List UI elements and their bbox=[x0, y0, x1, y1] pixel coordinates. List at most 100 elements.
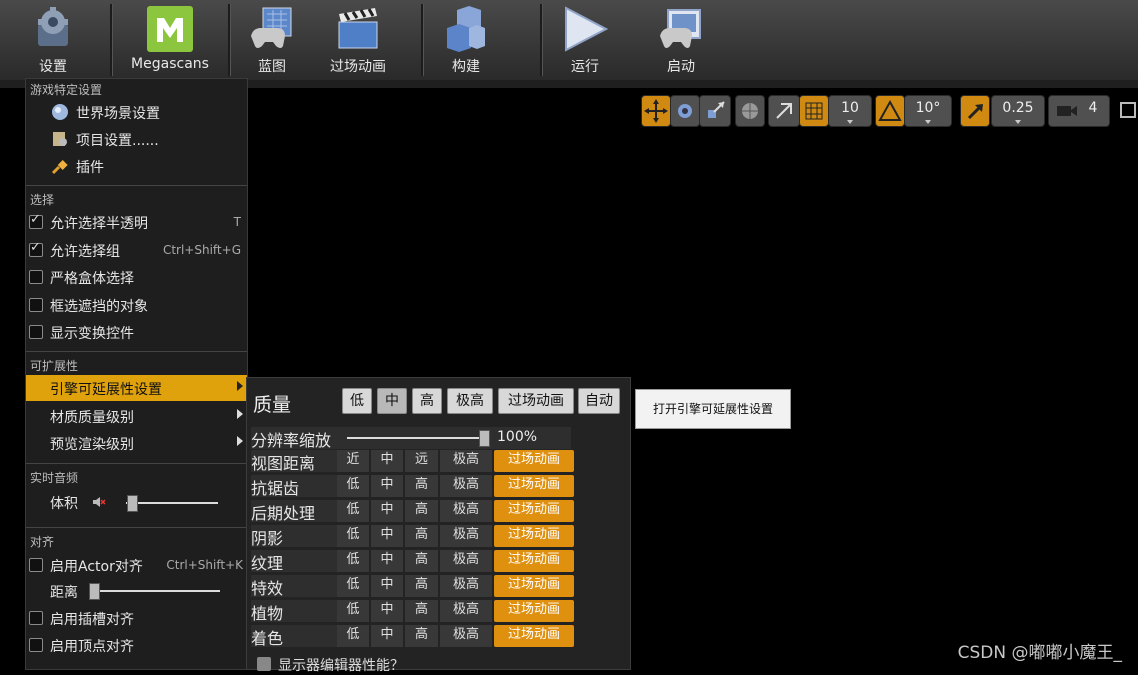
quality-option-button[interactable]: 极高 bbox=[440, 575, 492, 597]
quality-option-button[interactable]: 高 bbox=[405, 600, 438, 622]
distance-slider-handle[interactable] bbox=[89, 583, 100, 600]
quality-option-button[interactable]: 极高 bbox=[440, 500, 492, 522]
cinematics-button[interactable]: 过场动画 bbox=[322, 0, 394, 78]
quality-option-button[interactable]: 中 bbox=[371, 475, 403, 497]
quality-option-button[interactable]: 高 bbox=[405, 475, 438, 497]
play-button[interactable]: 运行 bbox=[556, 0, 614, 78]
monitor-perf-checkbox[interactable] bbox=[257, 657, 271, 671]
quality-option-button[interactable]: 中 bbox=[371, 575, 403, 597]
world-local-toggle[interactable] bbox=[735, 95, 765, 127]
menu-item-world-settings[interactable]: 世界场景设置 bbox=[26, 99, 247, 125]
volume-slider-handle[interactable] bbox=[127, 495, 138, 512]
menu-item-engine-scalability[interactable]: 引擎可延展性设置 bbox=[26, 375, 247, 401]
menu-item-plugins[interactable]: 插件 bbox=[26, 153, 247, 179]
surface-snap-button[interactable] bbox=[768, 95, 800, 127]
blueprints-button[interactable]: 蓝图 bbox=[244, 0, 300, 78]
quality-option-button[interactable]: 低 bbox=[337, 475, 369, 497]
menu-item-material-quality[interactable]: 材质质量级别 bbox=[26, 403, 247, 429]
grid-snap-value[interactable]: 10 bbox=[828, 95, 872, 127]
quality-option-button[interactable]: 高 bbox=[405, 550, 438, 572]
menu-item-enable-vertex-snap[interactable]: 启用顶点对齐 bbox=[26, 632, 247, 658]
quality-option-button[interactable]: 低 bbox=[337, 625, 369, 647]
grid-snap-toggle[interactable] bbox=[799, 95, 829, 127]
megascans-button[interactable]: Megascans bbox=[124, 0, 216, 78]
quality-option-button[interactable]: 极高 bbox=[440, 475, 492, 497]
quality-option-button[interactable]: 中 bbox=[371, 625, 403, 647]
quality-option-button[interactable]: 过场动画 bbox=[494, 475, 574, 497]
translate-mode-button[interactable] bbox=[641, 95, 671, 127]
menu-item-strict-box-selection[interactable]: 严格盒体选择 bbox=[26, 264, 247, 290]
preset-auto-button[interactable]: 自动 bbox=[578, 388, 620, 414]
rotate-mode-button[interactable] bbox=[670, 95, 700, 127]
quality-option-button[interactable]: 低 bbox=[337, 575, 369, 597]
quality-option-button[interactable]: 中 bbox=[371, 450, 403, 472]
angle-icon bbox=[878, 99, 902, 121]
menu-item-box-select-occluded[interactable]: 框选遮挡的对象 bbox=[26, 292, 247, 318]
quality-option-button[interactable]: 中 bbox=[371, 550, 403, 572]
quality-option-button[interactable]: 中 bbox=[371, 600, 403, 622]
quality-option-button[interactable]: 极高 bbox=[440, 550, 492, 572]
menu-item-allow-group-selection[interactable]: 允许选择组 Ctrl+Shift+G bbox=[26, 237, 247, 263]
scale-mode-button[interactable] bbox=[699, 95, 731, 127]
preset-medium-button[interactable]: 中 bbox=[377, 388, 407, 414]
quality-option-button[interactable]: 极高 bbox=[440, 625, 492, 647]
quality-option-button[interactable]: 过场动画 bbox=[494, 575, 574, 597]
quality-option-button[interactable]: 过场动画 bbox=[494, 450, 574, 472]
quality-option-button[interactable]: 低 bbox=[337, 550, 369, 572]
camera-speed-button[interactable]: 4 bbox=[1048, 95, 1110, 127]
rotation-snap-value[interactable]: 10° bbox=[904, 95, 952, 127]
rotation-snap-toggle[interactable] bbox=[875, 95, 905, 127]
checkbox-checked[interactable] bbox=[29, 212, 43, 229]
quality-option-button[interactable]: 极高 bbox=[440, 600, 492, 622]
menu-item-enable-socket-snap[interactable]: 启用插槽对齐 bbox=[26, 605, 247, 631]
quality-option-button[interactable]: 极高 bbox=[440, 450, 492, 472]
quality-option-button[interactable]: 中 bbox=[371, 525, 403, 547]
scale-snap-toggle[interactable] bbox=[960, 95, 990, 127]
distance-slider[interactable] bbox=[90, 590, 220, 592]
quality-option-button[interactable]: 低 bbox=[337, 500, 369, 522]
quality-option-button[interactable]: 近 bbox=[337, 450, 369, 472]
preset-low-button[interactable]: 低 bbox=[342, 388, 372, 414]
launch-button[interactable]: 启动 bbox=[652, 0, 710, 78]
preset-high-button[interactable]: 高 bbox=[412, 388, 442, 414]
checkbox-unchecked[interactable] bbox=[29, 298, 43, 312]
menu-item-enable-actor-snap[interactable]: 启用Actor对齐 Ctrl+Shift+K bbox=[26, 552, 247, 578]
resolution-scale-slider[interactable] bbox=[347, 437, 483, 439]
checkbox-checked[interactable] bbox=[29, 240, 43, 257]
checkbox-unchecked[interactable] bbox=[29, 325, 43, 339]
maximize-viewport-icon[interactable] bbox=[1120, 102, 1136, 118]
quality-option-button[interactable]: 高 bbox=[405, 525, 438, 547]
quality-option-button[interactable]: 过场动画 bbox=[494, 500, 574, 522]
submenu-arrow-icon bbox=[237, 381, 243, 391]
resolution-scale-handle[interactable] bbox=[479, 430, 490, 447]
quality-option-button[interactable]: 极高 bbox=[440, 525, 492, 547]
settings-button[interactable]: 设置 bbox=[22, 0, 84, 78]
quality-option-button[interactable]: 低 bbox=[337, 600, 369, 622]
menu-item-show-transform-widget[interactable]: 显示变换控件 bbox=[26, 319, 247, 345]
quality-option-button[interactable]: 高 bbox=[405, 575, 438, 597]
quality-option-button[interactable]: 远 bbox=[405, 450, 438, 472]
menu-item-allow-translucent-selection[interactable]: 允许选择半透明 T bbox=[26, 209, 247, 235]
menu-item-project-settings[interactable]: 项目设置...... bbox=[26, 126, 247, 152]
quality-option-button[interactable]: 中 bbox=[371, 500, 403, 522]
checkbox-unchecked[interactable] bbox=[29, 558, 43, 572]
quality-option-button[interactable]: 高 bbox=[405, 625, 438, 647]
menu-item-label: 预览渲染级别 bbox=[50, 437, 134, 453]
section-game-settings: 游戏特定设置 bbox=[30, 83, 103, 97]
scale-snap-value[interactable]: 0.25 bbox=[991, 95, 1045, 127]
checkbox-unchecked[interactable] bbox=[29, 270, 43, 284]
menu-item-preview-rendering[interactable]: 预览渲染级别 bbox=[26, 430, 247, 456]
plug-icon bbox=[51, 160, 68, 175]
quality-option-button[interactable]: 过场动画 bbox=[494, 525, 574, 547]
preset-cinematic-button[interactable]: 过场动画 bbox=[498, 388, 574, 414]
checkbox-unchecked[interactable] bbox=[29, 638, 43, 652]
quality-option-button[interactable]: 过场动画 bbox=[494, 625, 574, 647]
quality-option-button[interactable]: 低 bbox=[337, 525, 369, 547]
quality-option-button[interactable]: 过场动画 bbox=[494, 550, 574, 572]
quality-option-button[interactable]: 高 bbox=[405, 500, 438, 522]
volume-slider[interactable] bbox=[126, 502, 218, 504]
preset-epic-button[interactable]: 极高 bbox=[447, 388, 493, 414]
quality-option-button[interactable]: 过场动画 bbox=[494, 600, 574, 622]
checkbox-unchecked[interactable] bbox=[29, 611, 43, 625]
build-button[interactable]: 构建 bbox=[438, 0, 494, 78]
